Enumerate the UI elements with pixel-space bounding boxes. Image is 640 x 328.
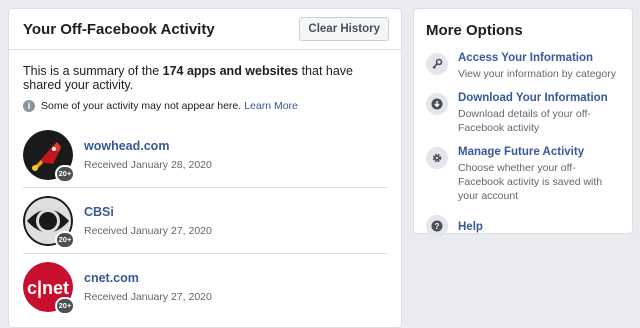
download-icon bbox=[426, 93, 448, 115]
row-date: Received January 27, 2020 bbox=[84, 224, 212, 237]
option-desc: View your information by category bbox=[458, 68, 616, 80]
off-facebook-activity-card: Your Off-Facebook Activity Clear History… bbox=[8, 8, 402, 328]
option-access-information[interactable]: Access Your Information View your inform… bbox=[414, 51, 632, 81]
key-icon bbox=[426, 53, 448, 75]
option-title[interactable]: Access Your Information bbox=[458, 51, 616, 65]
option-desc: Choose whether your off-Facebook activit… bbox=[458, 162, 603, 202]
count-badge: 20+ bbox=[55, 164, 75, 183]
more-options-title: More Options bbox=[426, 22, 523, 39]
avatar[interactable]: c|net 20+ bbox=[23, 262, 75, 315]
option-title[interactable]: Manage Future Activity bbox=[458, 145, 620, 159]
notice: i Some of your activity may not appear h… bbox=[9, 92, 401, 112]
summary-text: This is a summary of the 174 apps and we… bbox=[9, 50, 401, 92]
option-help[interactable]: ? Help bbox=[414, 213, 632, 237]
learn-more-link[interactable]: Learn More bbox=[244, 100, 298, 112]
activity-row[interactable]: 20+ wowhead.com Received January 28, 202… bbox=[23, 122, 387, 188]
row-name[interactable]: wowhead.com bbox=[84, 139, 212, 153]
activity-row[interactable]: c|net 20+ cnet.com Received January 27, … bbox=[23, 254, 387, 320]
row-name[interactable]: cnet.com bbox=[84, 271, 212, 285]
help-icon: ? bbox=[426, 215, 448, 237]
summary-count: 174 apps and websites bbox=[162, 64, 299, 78]
option-title[interactable]: Download Your Information bbox=[458, 91, 620, 105]
row-date: Received January 28, 2020 bbox=[84, 158, 212, 171]
option-download-information[interactable]: Download Your Information Download detai… bbox=[414, 91, 632, 135]
avatar[interactable]: 20+ bbox=[23, 129, 75, 183]
row-date: Received January 27, 2020 bbox=[84, 291, 212, 303]
summary-prefix: This is a summary of the bbox=[23, 64, 163, 78]
option-title[interactable]: Help bbox=[458, 220, 483, 234]
svg-text:?: ? bbox=[435, 222, 440, 231]
count-badge: 20+ bbox=[55, 297, 75, 315]
option-manage-future-activity[interactable]: Manage Future Activity Choose whether yo… bbox=[414, 145, 632, 203]
svg-text:c|net: c|net bbox=[27, 278, 69, 298]
option-desc: Download details of your off-Facebook ac… bbox=[458, 108, 591, 134]
info-icon: i bbox=[23, 100, 35, 112]
gear-icon bbox=[426, 147, 448, 169]
more-options-card: More Options Access Your Information Vie… bbox=[413, 8, 633, 237]
card-title: Your Off-Facebook Activity bbox=[23, 20, 215, 38]
activity-row[interactable]: 20+ CBSi Received January 27, 2020 bbox=[23, 188, 387, 254]
clear-history-button[interactable]: Clear History bbox=[299, 17, 389, 41]
activity-list: 20+ wowhead.com Received January 28, 202… bbox=[9, 122, 401, 320]
card-header: Your Off-Facebook Activity Clear History bbox=[9, 9, 401, 50]
row-name[interactable]: CBSi bbox=[84, 205, 212, 219]
count-badge: 20+ bbox=[55, 230, 75, 249]
notice-text: Some of your activity may not appear her… bbox=[41, 100, 242, 112]
avatar[interactable]: 20+ bbox=[23, 195, 75, 249]
